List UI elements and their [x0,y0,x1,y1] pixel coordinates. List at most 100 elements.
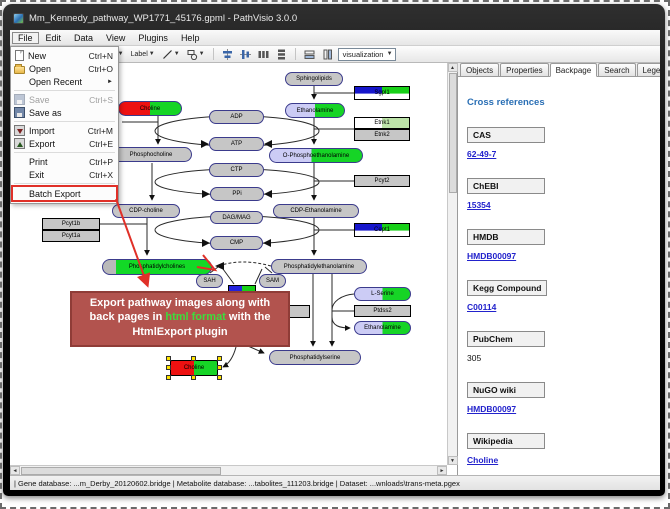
pathway-node[interactable]: L-Serine [354,287,411,301]
menu-item-import[interactable]: Import Ctrl+M [11,124,118,137]
crossref-link[interactable]: Choline [467,455,498,465]
shape-tool-button[interactable]: ▼ [185,47,207,61]
menu-item-open[interactable]: Open Ctrl+O [11,62,118,75]
pathway-node[interactable]: Phosphatidylcholines [102,259,212,275]
scrollbar-thumb[interactable] [21,467,221,475]
pathway-node[interactable]: Ethanolamine [285,103,345,118]
pathway-node[interactable]: ATP [209,137,264,151]
tab-objects[interactable]: Objects [460,63,499,76]
pathway-node[interactable]: CTP [209,163,264,177]
common-width-button[interactable] [302,47,317,61]
pathway-node[interactable]: Pcyt1b [42,218,100,230]
pathway-node[interactable]: Pcyt1a [42,230,100,242]
selection-handle[interactable] [191,356,196,361]
align-middle-button[interactable] [238,47,253,61]
pathway-node[interactable]: PPi [210,187,264,201]
menu-item-label: Exit [29,170,44,180]
pathway-node[interactable]: Etnk2 [354,129,410,141]
menu-edit[interactable]: Edit [40,32,68,44]
menu-item-shortcut: Ctrl+M [82,126,113,136]
selection-handle[interactable] [217,375,222,380]
scrollbar-thumb[interactable] [449,73,457,193]
selection-handle[interactable] [166,356,171,361]
tab-legend[interactable]: Legend [637,63,660,76]
scroll-down-button[interactable]: ▼ [448,456,458,465]
crossref-link[interactable]: HMDB00097 [467,404,516,414]
menu-item-exit[interactable]: Exit Ctrl+X [11,168,118,181]
pathway-node[interactable]: Sphingolipids [285,72,343,86]
scroll-left-button[interactable]: ◄ [10,466,20,475]
crossref-link[interactable]: C00114 [467,302,496,312]
distribute-horizontal-button[interactable] [256,47,271,61]
pathway-node[interactable]: SAH [196,274,223,288]
menu-data[interactable]: Data [68,32,99,44]
pathway-node[interactable]: SAM [259,274,286,288]
blank-icon [14,76,25,87]
pathway-node[interactable]: Ethanolamine [354,321,411,335]
pathway-node[interactable]: Choline [118,101,182,116]
chevron-down-icon: ▼ [384,51,393,57]
toolbar-separator [295,48,296,60]
pathway-node[interactable]: O-Phosphoethanolamine [269,148,363,163]
selection-handle[interactable] [191,375,196,380]
pathway-node[interactable]: Phosphocholine [110,147,192,162]
pathway-node[interactable]: Cept1 [354,223,410,237]
menu-item-new[interactable]: New Ctrl+N [11,49,118,62]
canvas-horizontal-scrollbar[interactable]: ◄ ► [10,465,447,475]
selection-handle[interactable] [166,375,171,380]
tab-search[interactable]: Search [598,63,635,76]
pathway-node[interactable]: CMP [210,236,263,250]
menu-item-print[interactable]: Print Ctrl+P [11,155,118,168]
selection-handle[interactable] [166,365,171,370]
canvas-vertical-scrollbar[interactable]: ▲ ▼ [447,63,457,465]
visualization-select[interactable]: visualization ▼ [338,48,396,61]
pathway-node[interactable]: Ptdss2 [354,305,411,317]
menu-file[interactable]: File [12,32,39,44]
crossref-section-chebi: ChEBI 15354 [467,176,660,210]
pathway-node[interactable]: Sgpl1 [354,86,410,100]
crossref-value: 305 [467,353,660,363]
menu-view[interactable]: View [100,32,131,44]
menu-separator [14,183,115,184]
pathway-node[interactable]: Choline [170,360,218,376]
crossref-link[interactable]: HMDB00097 [467,251,516,261]
pathway-node[interactable]: ADP [209,110,264,124]
save-as-icon [14,107,25,118]
menu-item-save-as[interactable]: Save as [11,106,118,119]
crossref-link[interactable]: 15354 [467,200,491,210]
scroll-right-button[interactable]: ► [437,466,447,475]
crossref-source-name: Wikipedia [467,433,545,449]
menu-plugins[interactable]: Plugins [132,32,174,44]
menu-item-label: Open [29,64,51,74]
menu-item-shortcut: Ctrl+O [82,64,113,74]
menu-item-open-recent[interactable]: Open Recent ► [11,75,118,88]
menu-help[interactable]: Help [175,32,206,44]
scroll-up-button[interactable]: ▲ [448,63,458,72]
pathway-node[interactable]: CDP-choline [112,204,180,218]
menu-item-batch-export[interactable]: Batch Export [11,186,118,201]
line-tool-button[interactable]: ▼ [160,47,182,61]
selection-handle[interactable] [217,365,222,370]
menu-item-label: Print [29,157,48,167]
title-bar[interactable]: Mm_Kennedy_pathway_WP1771_45176.gpml - P… [13,9,655,27]
pathway-node[interactable]: DAG/MAG [210,211,263,224]
pathway-node[interactable]: CDP-Ethanolamine [273,204,359,218]
label-tool-button[interactable]: Label ▼ [129,47,157,61]
pathway-node[interactable]: Etnk1 [354,117,410,129]
tab-backpage[interactable]: Backpage [550,63,598,77]
pathway-node[interactable]: Pcyt2 [354,175,410,187]
common-height-button[interactable] [320,47,335,61]
selection-handle[interactable] [217,356,222,361]
crossref-section-pubchem: PubChem 305 [467,329,660,363]
distribute-vertical-button[interactable] [274,47,289,61]
tab-properties[interactable]: Properties [500,63,548,76]
align-center-button[interactable] [220,47,235,61]
pathway-node[interactable]: Phosphatidylethanolamine [271,259,367,274]
menu-item-export[interactable]: Export Ctrl+E [11,137,118,150]
status-text: | Gene database: ...m_Derby_20120602.bri… [14,479,460,488]
menu-item-label: Export [29,139,55,149]
backpage-content: Cross references CAS 62-49-7 ChEBI 15354… [458,77,660,475]
crossref-link[interactable]: 62-49-7 [467,149,496,159]
crossref-source-name: HMDB [467,229,545,245]
pathway-node[interactable]: Phosphatidylserine [269,350,361,365]
